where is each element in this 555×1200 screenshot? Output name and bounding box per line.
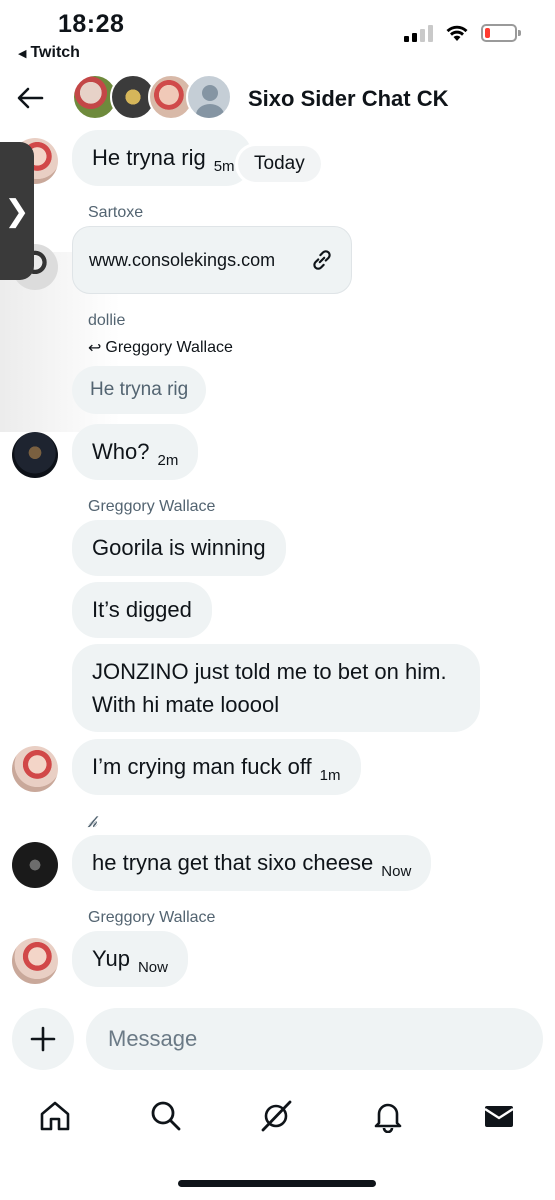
- link-icon: [313, 250, 331, 270]
- message-bubble[interactable]: It’s digged: [72, 582, 212, 638]
- message-bubble[interactable]: Yup Now: [72, 931, 188, 987]
- message-bubble[interactable]: Who? 2m: [72, 424, 199, 480]
- quoted-message[interactable]: He tryna rig: [72, 366, 207, 414]
- message-bubble[interactable]: He tryna rig 5m: [72, 130, 252, 186]
- message-list[interactable]: He tryna rig 5m Today Sartoxe www.consol…: [0, 126, 555, 1006]
- back-to-app[interactable]: ◀ Twitch: [18, 44, 80, 62]
- back-button[interactable]: [14, 82, 46, 114]
- sender-name: 𝒽: [88, 812, 98, 831]
- message-text: I’m crying man fuck off: [92, 754, 312, 779]
- avatar[interactable]: [12, 842, 58, 888]
- nav-messages[interactable]: [481, 1098, 517, 1134]
- add-attachment-button[interactable]: [12, 1008, 74, 1070]
- message-text: JONZINO just told me to bet on him. With…: [92, 659, 447, 717]
- sender-name: Sartoxe: [88, 204, 144, 221]
- reply-arrow-icon: ↩: [88, 340, 102, 357]
- avatar[interactable]: [12, 938, 58, 984]
- status-icons: [404, 24, 521, 42]
- message-text: He tryna rig: [92, 145, 206, 170]
- reply-to-name: Greggory Wallace: [105, 339, 233, 356]
- message-bubble[interactable]: he tryna get that sixo cheese Now: [72, 835, 432, 891]
- signal-icon: [404, 24, 433, 42]
- message-bubble[interactable]: JONZINO just told me to bet on him. With…: [72, 644, 480, 732]
- wifi-icon: [446, 25, 468, 41]
- messages-icon: [484, 1106, 514, 1127]
- notifications-icon: [374, 1103, 402, 1133]
- link-url: www.consolekings.com: [89, 249, 276, 270]
- reply-reference[interactable]: ↩ Greggory Wallace: [88, 338, 233, 358]
- nav-search[interactable]: [148, 1098, 184, 1134]
- date-separator: Today: [238, 146, 321, 182]
- home-icon: [40, 1101, 70, 1131]
- bottom-nav: [0, 1090, 555, 1146]
- plus-icon: [30, 1026, 56, 1052]
- back-app-label: Twitch: [30, 44, 80, 61]
- nav-home[interactable]: [37, 1098, 73, 1134]
- avatar[interactable]: [12, 432, 58, 478]
- message-text: Goorila is winning: [92, 535, 266, 560]
- message-time: 5m: [213, 157, 235, 175]
- message-time: 2m: [157, 451, 179, 469]
- side-drawer-handle[interactable]: ❯: [0, 142, 34, 280]
- message-bubble[interactable]: Goorila is winning: [72, 520, 286, 576]
- nav-notifications[interactable]: [370, 1098, 406, 1134]
- grok-icon: [261, 1100, 292, 1132]
- battery-icon: [481, 24, 521, 42]
- sender-name: Greggory Wallace: [88, 498, 216, 515]
- chevron-right-icon: ❯: [4, 194, 30, 228]
- back-triangle-icon: ◀: [18, 47, 27, 60]
- chat-title[interactable]: Sixo Sider Chat CK: [248, 86, 448, 112]
- message-text: he tryna get that sixo cheese: [92, 850, 374, 875]
- message-time: Now: [381, 862, 412, 880]
- message-time: 1m: [319, 766, 341, 784]
- home-indicator: [178, 1180, 376, 1187]
- sender-name: Greggory Wallace: [88, 909, 216, 926]
- avatar[interactable]: [12, 746, 58, 792]
- message-input[interactable]: [86, 1008, 543, 1070]
- chat-header: Sixo Sider Chat CK: [0, 70, 555, 126]
- message-time: Now: [137, 958, 168, 976]
- status-time: 18:28: [58, 10, 125, 38]
- message-text: Yup: [92, 946, 130, 971]
- message-bubble[interactable]: I’m crying man fuck off 1m: [72, 739, 361, 795]
- arrow-left-icon: [17, 87, 44, 109]
- sender-name: dollie: [88, 312, 126, 329]
- link-card[interactable]: www.consolekings.com: [72, 226, 352, 294]
- message-text: Who?: [92, 439, 150, 464]
- search-icon: [151, 1101, 181, 1131]
- group-avatar-default: [186, 74, 232, 120]
- message-text: It’s digged: [92, 597, 192, 622]
- group-avatars[interactable]: [72, 74, 232, 120]
- nav-grok[interactable]: [259, 1098, 295, 1134]
